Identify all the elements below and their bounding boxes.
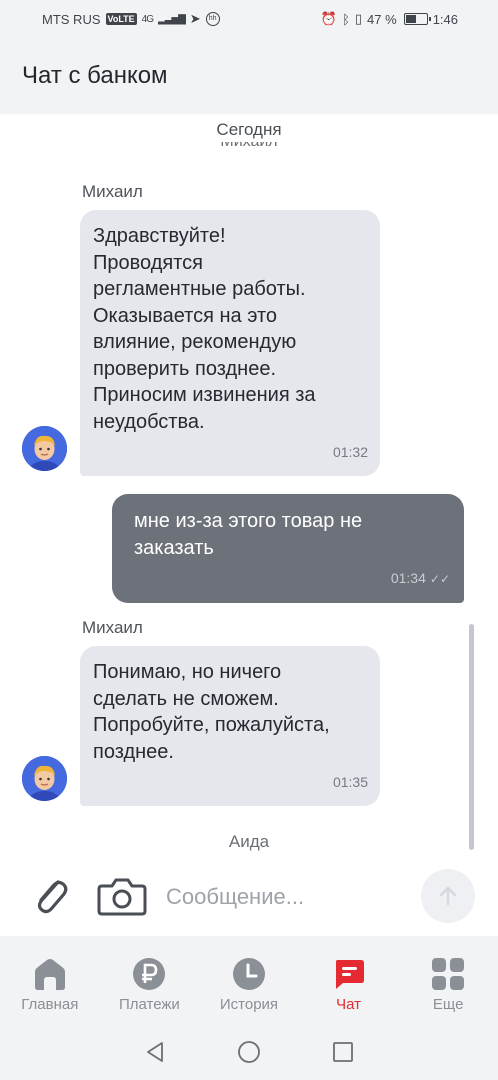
attach-button[interactable] [30,872,70,918]
bottom-navigation: Главная Платежи История Чат Еще [0,936,498,1024]
page-title: Чат с банком [22,62,168,89]
sender-name: Михаил [82,182,143,201]
message-line: позднее. [93,740,174,763]
vibrate-icon: ▯ [354,11,363,26]
outgoing-message[interactable]: мне из-за этого товар не заказать 01:34 ✓… [112,494,464,603]
message-line: Понимаю, но ничего [93,661,282,683]
status-bar: MTS RUS VoLTE 4G ▂▃▅▇ ➤ hh ⏰ ᛒ ▯ 47 % 1:… [0,0,498,38]
nav-label: Главная [21,996,79,1013]
message-line: сделать не сможем. [93,687,279,710]
nav-label: Еще [432,996,464,1013]
send-button[interactable] [421,869,475,923]
nav-label: Чат [336,996,362,1013]
message-line: неудобства. [93,410,205,433]
telegram-icon: ➤ [189,11,201,26]
sender-name: Михаил [82,618,143,637]
next-sender-name: Аида [228,832,270,851]
battery-icon [403,13,431,25]
recents-icon[interactable] [331,1040,355,1064]
message-line: регламентные работы. [93,278,306,300]
signal-icon: ▂▃▅▇ [158,13,186,25]
avatar [22,756,67,801]
operator-avatar-icon [22,426,67,471]
chat-area[interactable]: Сегодня Михаил Михаил Здравствуйте! Пров… [0,114,498,860]
message-line: Здравствуйте! [93,225,226,247]
message-line: заказать [134,536,214,559]
operator-avatar-icon [22,756,67,801]
message-time-row: 01:34 ✓✓ [134,565,450,593]
incoming-message[interactable]: Понимаю, но ничего сделать не сможем. По… [80,646,380,806]
nav-item-more[interactable]: Еще [398,936,498,1024]
message-input[interactable] [166,880,406,914]
app-header: Чат с банком [0,38,498,114]
clipped-sender-label: Михаил [0,142,498,151]
message-line: Приносим извинения за [93,384,316,406]
message-line: Оказывается на это [93,304,278,327]
message-line: проверить позднее. [93,357,277,380]
grid-icon [430,956,466,992]
hh-app-icon: hh [205,12,220,26]
nav-item-home[interactable]: Главная [0,936,100,1024]
clock-icon [231,956,267,992]
incoming-message[interactable]: Здравствуйте! Проводятся регламентные ра… [80,210,380,476]
scrollbar[interactable] [469,624,474,850]
message-line: мне из-за этого товар не [134,510,363,532]
clock-time: 1:46 [432,11,458,27]
network-type: 4G [141,13,154,25]
system-navigation [0,1024,498,1080]
nav-label: Платежи [118,996,180,1013]
volte-icon: VoLTE [105,13,137,25]
avatar [22,426,67,471]
nav-item-chat[interactable]: Чат [299,936,399,1024]
bluetooth-icon: ᛒ [342,11,350,27]
alarm-icon: ⏰ [320,11,338,26]
arrow-up-icon [439,886,457,906]
carrier-name: MTS RUS [42,11,101,27]
nav-label: История [219,996,279,1013]
nav-item-history[interactable]: История [199,936,299,1024]
camera-icon [97,878,147,916]
message-time: 01:32 [332,444,368,460]
camera-button[interactable] [96,874,148,918]
back-icon[interactable] [143,1040,167,1064]
ruble-icon [131,956,167,992]
home-circle-icon[interactable] [237,1040,261,1064]
status-left: MTS RUS VoLTE 4G ▂▃▅▇ ➤ hh [42,11,220,27]
chat-icon [331,956,367,992]
double-check-icon: ✓✓ [429,572,450,586]
paperclip-icon [37,880,68,914]
message-line: Проводятся [93,251,203,274]
message-composer [0,860,498,936]
status-right: ⏰ ᛒ ▯ 47 % 1:46 [321,11,458,27]
message-time: 01:35 [332,774,368,790]
nav-item-payments[interactable]: Платежи [100,936,200,1024]
message-line: влияние, рекомендую [93,331,297,353]
date-separator: Сегодня [216,120,282,139]
clipped-sender-name: Михаил [0,142,498,154]
battery-percent: 47 % [367,11,397,27]
home-icon [32,956,68,992]
message-time: 01:34 [390,570,426,586]
message-line: Попробуйте, пожалуйста, [93,714,330,736]
battery-fill [405,15,417,23]
